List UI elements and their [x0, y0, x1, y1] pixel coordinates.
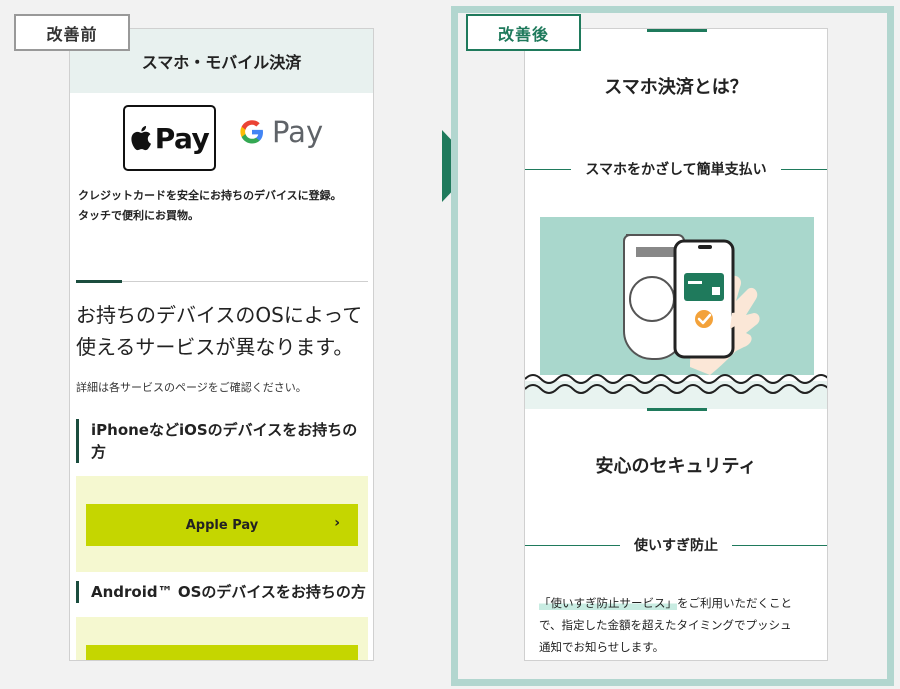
google-g-icon [240, 120, 263, 144]
description-line: クレジットカードを安全にお持ちのデバイスに登録。 [78, 189, 342, 202]
before-phone-screen: スマホ・モバイル決済 Pay Pay クレジットカードを安全にお持ちのデバイスに… [69, 28, 374, 661]
smartphone-payment-illustration [540, 217, 814, 375]
apple-icon [131, 126, 151, 151]
payment-terminal-icon [623, 234, 760, 375]
divider-accent [76, 280, 122, 283]
after-subtitle: スマホをかざして簡単支払い [585, 162, 767, 178]
android-subheading: Android™ OSのデバイスをお持ちの方 [76, 581, 372, 603]
divider-line [525, 544, 620, 546]
google-pay-text: Pay [272, 115, 324, 149]
overuse-label-row: 使いすぎ防止 [525, 535, 827, 555]
divider-line [732, 544, 827, 546]
security-title: 安心のセキュリティ [595, 456, 757, 477]
description-line: タッチで便利にお買物。 [78, 209, 199, 222]
divider-line [525, 168, 572, 170]
before-section-heading: お持ちのデバイスのOSによって 使えるサービスが異なります。 [76, 299, 371, 363]
chevron-right-icon: › [334, 515, 340, 531]
body-text: をご利用いただくこと [677, 596, 792, 610]
google-pay-button[interactable] [86, 645, 358, 660]
google-pay-panel [76, 617, 368, 660]
iphone-subheading: iPhoneなどiOSのデバイスをお持ちの 方 [76, 419, 366, 463]
apple-pay-text: Pay [154, 121, 210, 155]
before-description: クレジットカードを安全にお持ちのデバイスに登録。 タッチで便利にお買物。 [78, 186, 368, 226]
apple-pay-button-label: Apple Pay [185, 517, 259, 533]
before-note: 詳細は各サービスのページをご確認ください。 [76, 381, 307, 394]
before-header-title: スマホ・モバイル決済 [141, 53, 302, 72]
before-badge: 改善前 [14, 14, 130, 51]
body-highlight: 「使いすぎ防止サービス」 [539, 596, 677, 610]
subheading-line: 方 [91, 443, 107, 461]
top-accent-bar [647, 29, 707, 32]
heading-line: 使えるサービスが異なります。 [76, 335, 354, 359]
subtitle-row: スマホをかざして簡単支払い [525, 159, 827, 179]
divider-line [780, 168, 827, 170]
subheading-line: iPhoneなどiOSのデバイスをお持ちの [91, 421, 358, 439]
section-accent-bar [647, 408, 707, 411]
heading-line: お持ちのデバイスのOSによって [76, 303, 363, 327]
body-line: 「使いすぎ防止サービス」をご利用いただくこと [539, 592, 819, 614]
apple-pay-panel: Apple Pay › [76, 476, 368, 572]
wave-divider-icon [525, 374, 827, 409]
apple-pay-logo[interactable]: Pay [123, 105, 216, 171]
after-badge: 改善後 [466, 14, 581, 51]
after-phone-screen: スマホ決済とは？ スマホをかざして簡単支払い 安心のセキュリティ 使いすぎ防止 … [524, 28, 828, 661]
google-pay-logo[interactable]: Pay [238, 115, 323, 149]
apple-pay-button[interactable]: Apple Pay › [86, 504, 358, 546]
after-title: スマホ決済とは？ [604, 77, 748, 98]
overuse-description: 「使いすぎ防止サービス」をご利用いただくこと で、指定した金額を超えたタイミング… [539, 592, 819, 658]
overuse-label: 使いすぎ防止 [634, 538, 718, 554]
body-line: で、指定した金額を超えたタイミングでプッシュ [539, 618, 792, 632]
body-line: 通知でお知らせします。 [539, 640, 665, 654]
payment-logos: Pay Pay [70, 105, 373, 171]
